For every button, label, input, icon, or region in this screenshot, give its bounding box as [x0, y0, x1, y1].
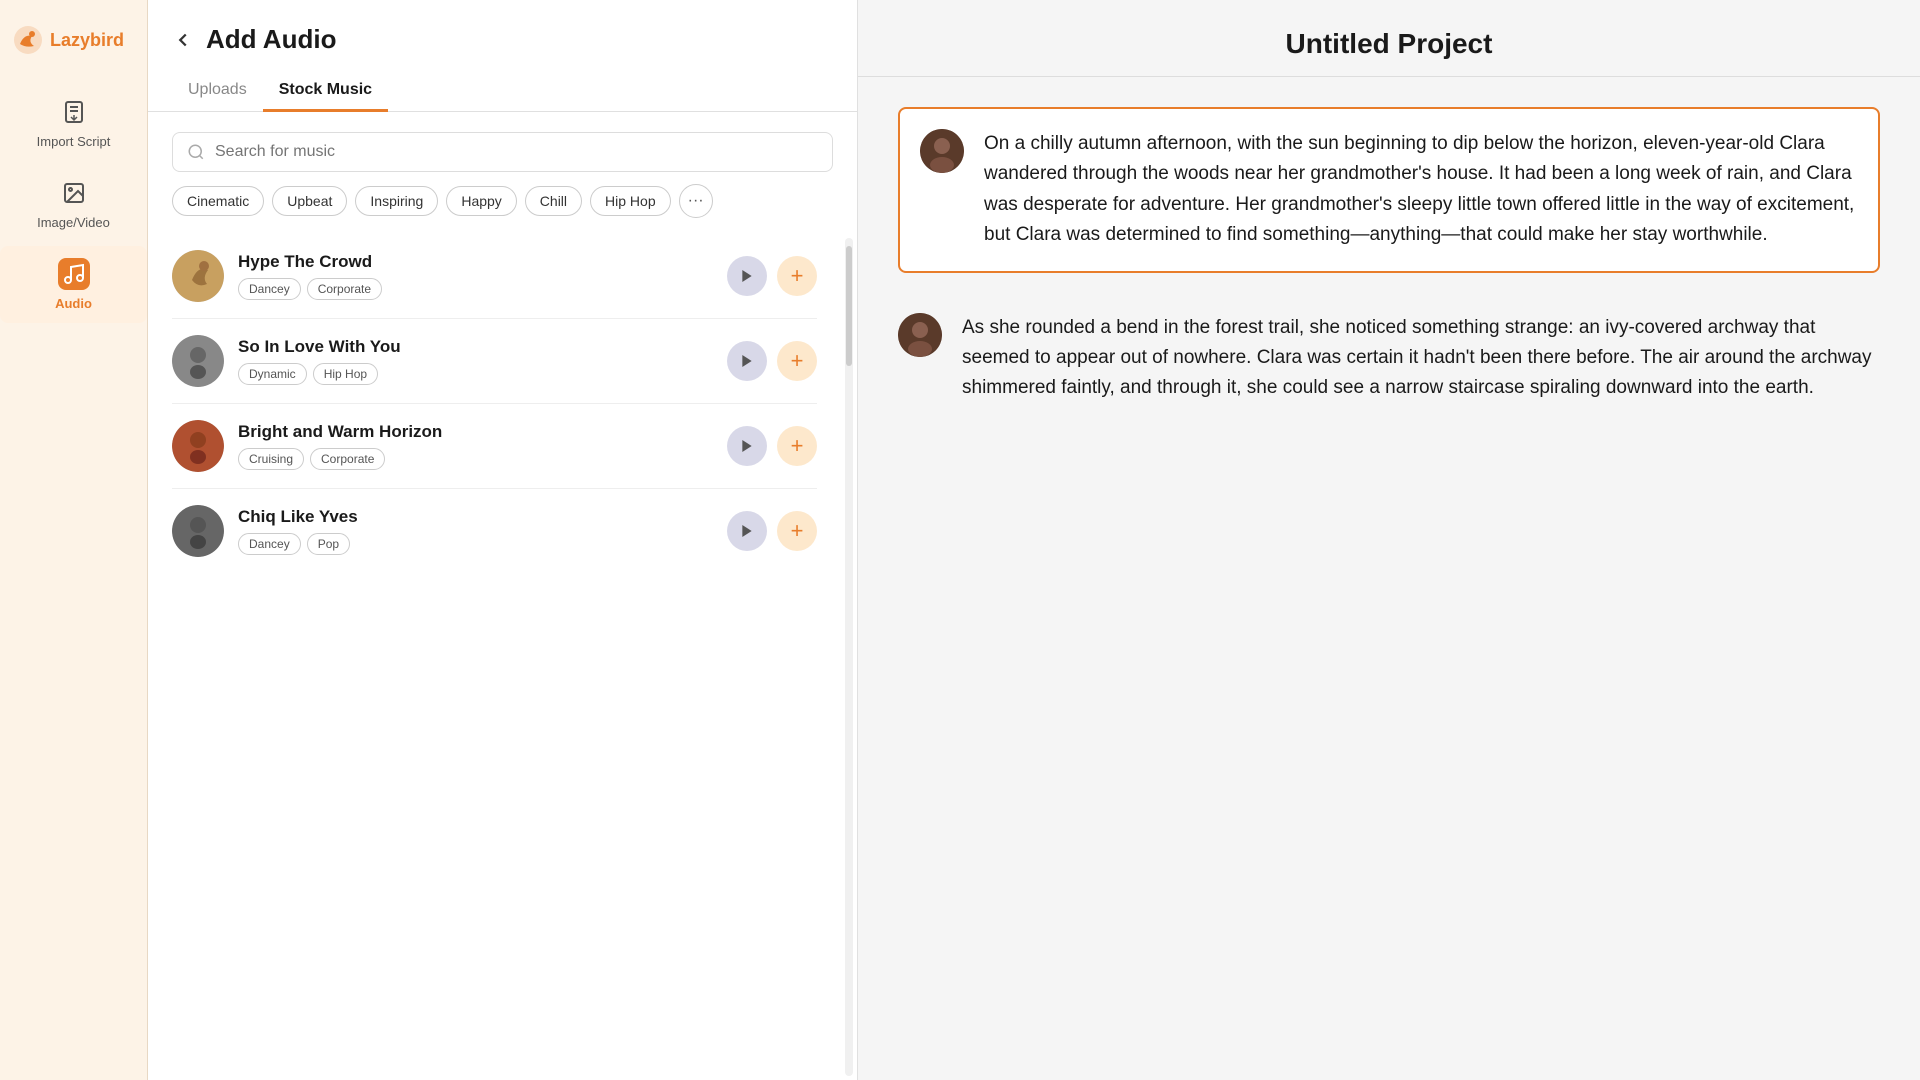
left-panel: Add Audio Uploads Stock Music Cinematic … [148, 0, 858, 1080]
music-info-chiq: Chiq Like Yves Dancey Pop [238, 507, 713, 555]
filter-tag-hiphop[interactable]: Hip Hop [590, 186, 671, 216]
filter-tag-cinematic[interactable]: Cinematic [172, 186, 264, 216]
sidebar-item-image-video-label: Image/Video [37, 215, 110, 230]
music-tag-corporate-1: Corporate [307, 278, 382, 300]
search-icon [187, 143, 205, 161]
image-icon [58, 177, 90, 209]
story-block-1: On a chilly autumn afternoon, with the s… [898, 107, 1880, 273]
add-button-bright[interactable]: + [777, 426, 817, 466]
more-filters-button[interactable]: ··· [679, 184, 713, 218]
music-tags-love: Dynamic Hip Hop [238, 363, 713, 385]
add-button-love[interactable]: + [777, 341, 817, 381]
right-panel: Untitled Project On a chilly autumn afte… [858, 0, 1920, 1080]
music-item-hype-the-crowd: Hype The Crowd Dancey Corporate + [172, 234, 817, 319]
sidebar-item-image-video[interactable]: Image/Video [0, 165, 147, 242]
story-avatar-2 [898, 313, 942, 357]
sidebar-item-import-script-label: Import Script [37, 134, 111, 149]
music-thumb-love [172, 335, 224, 387]
panel-header: Add Audio [148, 0, 857, 55]
music-actions-hype: + [727, 256, 817, 296]
play-button-hype[interactable] [727, 256, 767, 296]
music-thumb-bright [172, 420, 224, 472]
music-tags-chiq: Dancey Pop [238, 533, 713, 555]
lazybird-logo-icon [12, 24, 44, 56]
play-button-bright[interactable] [727, 426, 767, 466]
music-list: Hype The Crowd Dancey Corporate + [148, 234, 841, 1080]
filter-tag-chill[interactable]: Chill [525, 186, 582, 216]
music-item-so-in-love: So In Love With You Dynamic Hip Hop + [172, 319, 817, 404]
music-tag-dancey-2: Dancey [238, 533, 301, 555]
music-tag-pop: Pop [307, 533, 350, 555]
music-item-chiq: Chiq Like Yves Dancey Pop + [172, 489, 817, 573]
tab-uploads[interactable]: Uploads [172, 71, 263, 112]
tabs-row: Uploads Stock Music [148, 55, 857, 112]
filter-tag-happy[interactable]: Happy [446, 186, 516, 216]
filter-tag-inspiring[interactable]: Inspiring [355, 186, 438, 216]
music-actions-bright: + [727, 426, 817, 466]
sidebar-item-audio-label: Audio [55, 296, 92, 311]
back-button[interactable] [172, 29, 194, 51]
music-info-love: So In Love With You Dynamic Hip Hop [238, 337, 713, 385]
project-title: Untitled Project [898, 28, 1880, 60]
music-item-bright-warm: Bright and Warm Horizon Cruising Corpora… [172, 404, 817, 489]
scrollbar-track[interactable] [845, 238, 853, 1076]
logo: Lazybird [0, 16, 147, 64]
import-icon [58, 96, 90, 128]
story-block-2: As she rounded a bend in the forest trai… [898, 313, 1880, 404]
right-header: Untitled Project [858, 0, 1920, 76]
music-title-bright: Bright and Warm Horizon [238, 422, 713, 442]
play-button-chiq[interactable] [727, 511, 767, 551]
story-text-1: On a chilly autumn afternoon, with the s… [984, 129, 1858, 251]
scrollbar-thumb[interactable] [846, 246, 852, 366]
music-title-hype: Hype The Crowd [238, 252, 713, 272]
story-text-2: As she rounded a bend in the forest trai… [962, 313, 1880, 404]
music-title-love: So In Love With You [238, 337, 713, 357]
search-container [148, 112, 857, 184]
music-info-hype: Hype The Crowd Dancey Corporate [238, 252, 713, 300]
logo-text: Lazybird [50, 30, 124, 51]
audio-icon [58, 258, 90, 290]
music-tag-hiphop: Hip Hop [313, 363, 378, 385]
music-tags-hype: Dancey Corporate [238, 278, 713, 300]
music-actions-love: + [727, 341, 817, 381]
music-thumb-chiq [172, 505, 224, 557]
right-content: On a chilly autumn afternoon, with the s… [858, 77, 1920, 1080]
music-list-wrapper: Hype The Crowd Dancey Corporate + [148, 234, 857, 1080]
sidebar-item-import-script[interactable]: Import Script [0, 84, 147, 161]
music-thumb-hype [172, 250, 224, 302]
sidebar: Lazybird Import Script Image/Video [0, 0, 148, 1080]
music-tag-dancey-1: Dancey [238, 278, 301, 300]
story-avatar-1 [920, 129, 964, 173]
music-tags-bright: Cruising Corporate [238, 448, 713, 470]
music-title-chiq: Chiq Like Yves [238, 507, 713, 527]
search-input[interactable] [215, 143, 818, 161]
search-box [172, 132, 833, 172]
music-actions-chiq: + [727, 511, 817, 551]
tab-stock-music[interactable]: Stock Music [263, 71, 388, 112]
filter-tags: Cinematic Upbeat Inspiring Happy Chill H… [148, 184, 857, 234]
add-button-chiq[interactable]: + [777, 511, 817, 551]
sidebar-item-audio[interactable]: Audio [0, 246, 147, 323]
music-tag-cruising: Cruising [238, 448, 304, 470]
music-tag-dynamic: Dynamic [238, 363, 307, 385]
music-tag-corporate-2: Corporate [310, 448, 385, 470]
panel-title: Add Audio [206, 24, 336, 55]
play-button-love[interactable] [727, 341, 767, 381]
music-info-bright: Bright and Warm Horizon Cruising Corpora… [238, 422, 713, 470]
filter-tag-upbeat[interactable]: Upbeat [272, 186, 347, 216]
add-button-hype[interactable]: + [777, 256, 817, 296]
